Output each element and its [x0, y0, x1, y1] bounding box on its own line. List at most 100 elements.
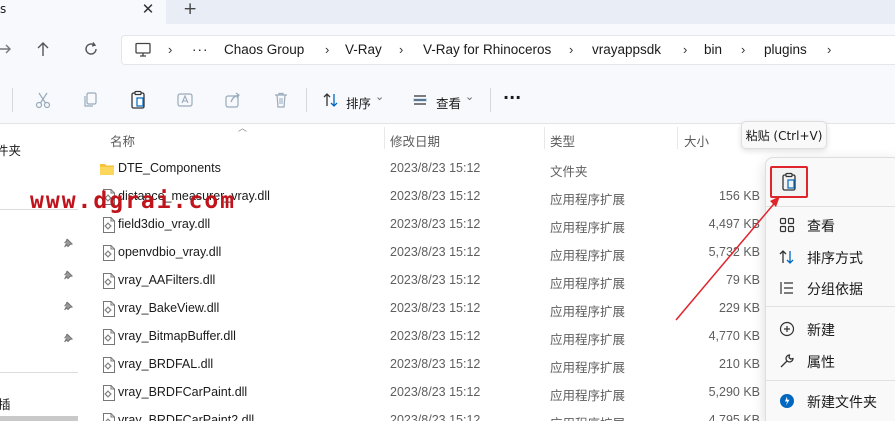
computer-icon[interactable]: [134, 42, 152, 62]
nav-item-folder[interactable]: 件夹: [0, 140, 21, 159]
column-divider[interactable]: [384, 127, 385, 149]
dll-file-icon: [103, 385, 115, 401]
menu-item-group-by[interactable]: 分组依据: [766, 273, 895, 303]
sort-button-label[interactable]: 排序: [346, 93, 371, 112]
file-row[interactable]: field3dio_vray.dll 2023/8/23 15:12 应用程序扩展 4…: [95, 211, 795, 239]
context-menu: 查看 排序方式 分组依据 新建 属性 新建文件夹: [765, 157, 895, 421]
nav-item-bottom[interactable]: 插: [0, 394, 11, 413]
refresh-icon[interactable]: [80, 38, 102, 60]
paste-icon[interactable]: [128, 90, 148, 110]
share-icon[interactable]: [223, 90, 243, 110]
view-dropdown-chevron-icon[interactable]: ⌄: [465, 90, 474, 103]
view-icon[interactable]: [410, 90, 430, 110]
column-header-date[interactable]: 修改日期: [390, 131, 440, 150]
file-name: vray_AAFilters.dll: [118, 273, 216, 287]
view-button-label[interactable]: 查看: [436, 93, 461, 112]
file-name: field3dio_vray.dll: [118, 217, 211, 231]
toolbar-divider: [12, 88, 13, 112]
breadcrumb-separator[interactable]: ›: [827, 42, 831, 57]
file-row[interactable]: vray_BRDFCarPaint.dll 2023/8/23 15:12 应用程序…: [95, 379, 795, 407]
column-header-type[interactable]: 类型: [550, 131, 575, 150]
column-divider[interactable]: [677, 127, 678, 149]
menu-item-properties[interactable]: 属性: [766, 346, 895, 376]
breadcrumb-vray-for-rhinoceros[interactable]: V-Ray for Rhinoceros: [423, 42, 551, 57]
forward-arrow-icon[interactable]: [0, 38, 16, 60]
sort-dropdown-chevron-icon[interactable]: ⌄: [375, 90, 384, 103]
breadcrumb-chaos-group[interactable]: Chaos Group: [224, 42, 304, 57]
column-divider[interactable]: [544, 127, 545, 149]
breadcrumb-vray[interactable]: V-Ray: [345, 42, 382, 57]
file-row[interactable]: vray_BitmapBuffer.dll 2023/8/23 15:12 应用程序…: [95, 323, 795, 351]
file-size: 4,770 KB: [708, 329, 760, 343]
breadcrumb-bin[interactable]: bin: [704, 42, 722, 57]
breadcrumb-separator[interactable]: ›: [741, 42, 745, 57]
file-size: 5,732 KB: [708, 245, 760, 259]
file-row[interactable]: openvdbio_vray.dll 2023/8/23 15:12 应用程序扩展 5…: [95, 239, 795, 267]
breadcrumb-separator[interactable]: ›: [399, 42, 403, 57]
menu-item-label: 查看: [807, 219, 835, 235]
breadcrumb-separator[interactable]: ›: [325, 42, 329, 57]
delete-icon[interactable]: [271, 90, 291, 110]
file-row[interactable]: vray_BakeView.dll 2023/8/23 15:12 应用程序扩展 22…: [95, 295, 795, 323]
grid-view-icon: [778, 216, 796, 234]
close-tab-icon[interactable]: ✕: [141, 0, 155, 18]
file-name: vray_BRDFAL.dll: [118, 357, 214, 371]
cut-icon[interactable]: [33, 90, 53, 110]
wrench-icon: [778, 352, 796, 370]
toolbar-divider: [306, 88, 307, 112]
breadcrumb-vrayappsdk[interactable]: vrayappsdk: [592, 42, 661, 57]
file-type: 文件夹: [550, 165, 588, 179]
file-type: 应用程序扩展: [550, 389, 626, 403]
file-size: 5,290 KB: [708, 385, 760, 399]
breadcrumb-separator[interactable]: ›: [683, 42, 687, 57]
copy-icon[interactable]: [80, 90, 100, 110]
pin-icon: [64, 333, 74, 343]
pin-icon: [64, 238, 74, 248]
file-name: vray_BRDFCarPaint.dll: [118, 385, 248, 399]
command-bar: 排序 ⌄ 查看 ⌄ ···: [0, 76, 895, 124]
sort-caret-up-icon: ︿: [238, 124, 248, 134]
column-header-name[interactable]: 名称: [110, 131, 135, 150]
file-size: 210 KB: [718, 357, 760, 371]
menu-divider: [766, 206, 895, 207]
column-header-size[interactable]: 大小: [684, 131, 709, 150]
new-tab-button[interactable]: +: [183, 0, 197, 19]
file-date: 2023/8/23 15:12: [390, 357, 481, 371]
dll-file-icon: [103, 329, 115, 345]
menu-item-sort-by[interactable]: 排序方式: [766, 242, 895, 272]
file-name: openvdbio_vray.dll: [118, 245, 222, 259]
file-date: 2023/8/23 15:12: [390, 161, 481, 175]
more-options-icon[interactable]: ···: [503, 88, 521, 107]
menu-divider: [766, 306, 895, 307]
menu-item-view[interactable]: 查看: [766, 210, 895, 240]
dll-file-icon: [103, 245, 115, 261]
paste-icon: [782, 172, 796, 191]
nav-scrollbar[interactable]: [0, 416, 78, 421]
file-row[interactable]: vray_BRDFCarPaint2.dll 2023/8/23 15:12 应用程…: [95, 407, 795, 421]
folder-row[interactable]: DTE_Components 2023/8/23 15:12 文件夹: [95, 155, 795, 183]
breadcrumb-separator[interactable]: ›: [168, 42, 172, 57]
sort-icon[interactable]: [321, 90, 341, 110]
tab-strip: s ✕ +: [0, 0, 895, 24]
tab-active[interactable]: s ✕: [0, 0, 166, 24]
breadcrumb-plugins[interactable]: plugins: [764, 42, 807, 57]
breadcrumb-separator[interactable]: ›: [569, 42, 573, 57]
up-arrow-icon[interactable]: [32, 38, 54, 60]
file-type: 应用程序扩展: [550, 333, 626, 347]
dll-file-icon: [103, 273, 115, 289]
address-bar[interactable]: › ··· Chaos Group › V-Ray › V-Ray for Rh…: [121, 35, 895, 65]
menu-item-new[interactable]: 新建: [766, 314, 895, 344]
breadcrumb-overflow[interactable]: ···: [192, 42, 209, 57]
add-circle-icon: [778, 320, 796, 338]
menu-item-label: 排序方式: [807, 251, 863, 267]
menu-item-label: 分组依据: [807, 282, 863, 298]
menu-item-new-folder[interactable]: 新建文件夹: [766, 386, 895, 416]
pin-icon: [64, 270, 74, 280]
file-date: 2023/8/23 15:12: [390, 217, 481, 231]
file-row[interactable]: vray_BRDFAL.dll 2023/8/23 15:12 应用程序扩展 210 …: [95, 351, 795, 379]
rename-icon[interactable]: [175, 90, 195, 110]
file-row[interactable]: vray_AAFilters.dll 2023/8/23 15:12 应用程序扩展 7…: [95, 267, 795, 295]
file-date: 2023/8/23 15:12: [390, 245, 481, 259]
file-type: 应用程序扩展: [550, 249, 626, 263]
paste-button[interactable]: [770, 166, 808, 198]
